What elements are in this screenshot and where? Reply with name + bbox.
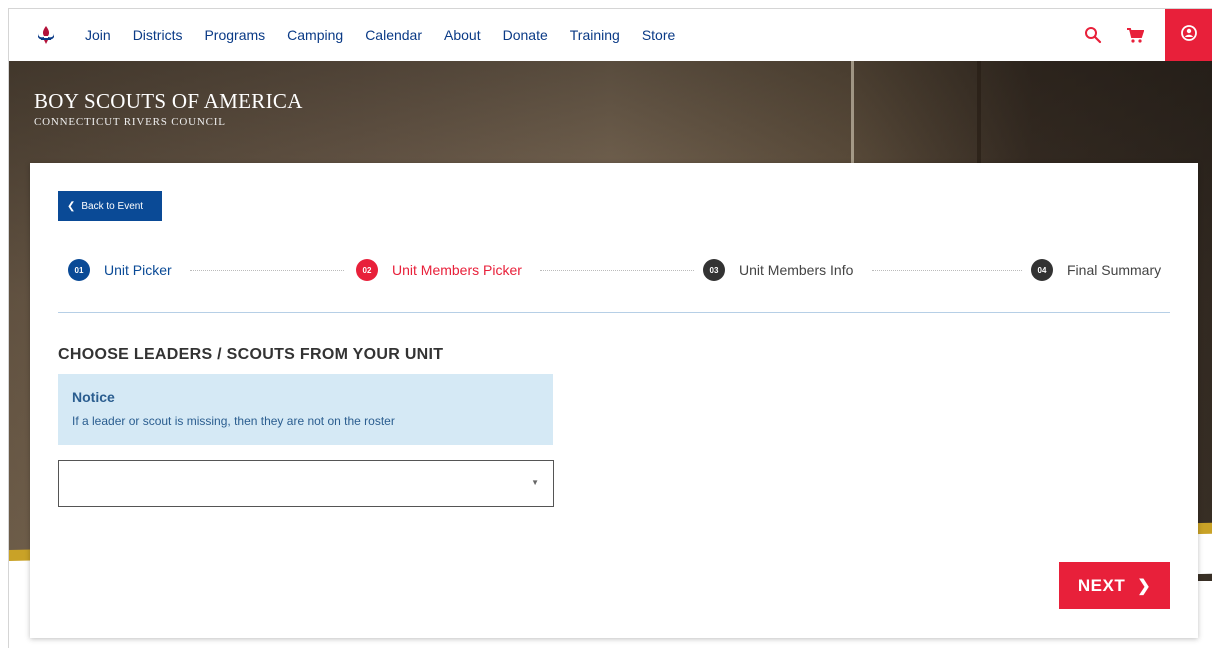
step-unit-picker[interactable]: 01 Unit Picker bbox=[68, 259, 172, 281]
caret-down-icon: ▼ bbox=[531, 478, 539, 487]
registration-card: ❮ Back to Event 01 Unit Picker 02 Unit M… bbox=[30, 163, 1198, 638]
back-to-event-button[interactable]: ❮ Back to Event bbox=[58, 191, 162, 221]
hero-background-detail bbox=[977, 61, 981, 171]
step-number-badge: 03 bbox=[703, 259, 725, 281]
chevron-right-icon: ❯ bbox=[1137, 577, 1152, 595]
nav-actions bbox=[1081, 9, 1212, 61]
step-number-badge: 04 bbox=[1031, 259, 1053, 281]
notice-box: Notice If a leader or scout is missing, … bbox=[58, 374, 553, 445]
notice-title: Notice bbox=[72, 389, 115, 405]
brand-subtitle: CONNECTICUT RIVERS COUNCIL bbox=[34, 116, 226, 128]
nav-link-join[interactable]: Join bbox=[85, 27, 111, 43]
step-unit-members-picker[interactable]: 02 Unit Members Picker bbox=[356, 259, 522, 281]
search-icon[interactable] bbox=[1081, 23, 1105, 47]
chevron-left-icon: ❮ bbox=[67, 200, 76, 212]
nav-link-about[interactable]: About bbox=[444, 27, 481, 43]
step-label: Unit Picker bbox=[104, 262, 172, 278]
top-navigation: Join Districts Programs Camping Calendar… bbox=[9, 9, 1212, 61]
unit-members-select[interactable]: ▼ bbox=[58, 460, 554, 507]
council-brand: BOY SCOUTS OF AMERICA CONNECTICUT RIVERS… bbox=[34, 89, 303, 128]
section-heading: CHOOSE LEADERS / SCOUTS FROM YOUR UNIT bbox=[58, 346, 444, 363]
next-button[interactable]: NEXT ❯ bbox=[1059, 562, 1170, 609]
step-label: Unit Members Picker bbox=[392, 262, 522, 278]
section-divider bbox=[58, 312, 1170, 313]
nav-link-programs[interactable]: Programs bbox=[204, 27, 265, 43]
step-final-summary[interactable]: 04 Final Summary bbox=[1031, 259, 1161, 281]
step-number-badge: 01 bbox=[68, 259, 90, 281]
step-unit-members-info[interactable]: 03 Unit Members Info bbox=[703, 259, 853, 281]
notice-text: If a leader or scout is missing, then th… bbox=[72, 414, 395, 428]
step-connector bbox=[872, 270, 1022, 271]
progress-steps: 01 Unit Picker 02 Unit Members Picker 03… bbox=[68, 259, 1171, 281]
bsa-fleur-de-lis-icon[interactable] bbox=[35, 24, 57, 46]
nav-link-calendar[interactable]: Calendar bbox=[365, 27, 422, 43]
browser-viewport: Join Districts Programs Camping Calendar… bbox=[8, 8, 1212, 648]
step-connector bbox=[190, 270, 344, 271]
back-to-event-label: Back to Event bbox=[81, 200, 144, 212]
account-button[interactable] bbox=[1165, 9, 1212, 61]
brand-title: BOY SCOUTS OF AMERICA bbox=[34, 89, 303, 113]
account-icon bbox=[1181, 24, 1197, 46]
nav-link-donate[interactable]: Donate bbox=[503, 27, 548, 43]
next-label: NEXT bbox=[1077, 575, 1126, 595]
nav-link-districts[interactable]: Districts bbox=[133, 27, 183, 43]
step-label: Unit Members Info bbox=[739, 262, 854, 278]
nav-link-store[interactable]: Store bbox=[642, 27, 675, 43]
step-label: Final Summary bbox=[1067, 262, 1162, 278]
step-connector bbox=[540, 270, 694, 271]
cart-icon[interactable] bbox=[1123, 23, 1147, 47]
step-number-badge: 02 bbox=[356, 259, 378, 281]
hero-background-detail bbox=[851, 61, 854, 171]
nav-link-camping[interactable]: Camping bbox=[287, 27, 343, 43]
nav-links: Join Districts Programs Camping Calendar… bbox=[85, 27, 697, 43]
nav-link-training[interactable]: Training bbox=[570, 27, 620, 43]
